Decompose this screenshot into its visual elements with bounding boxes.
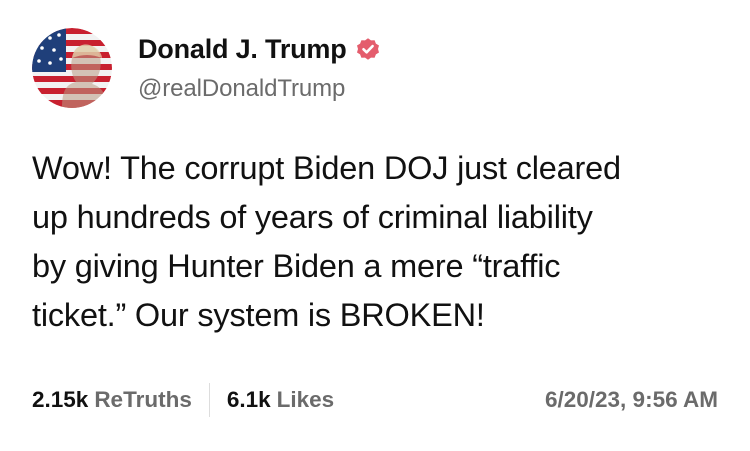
display-name[interactable]: Donald J. Trump (138, 34, 347, 65)
likes-label: Likes (276, 387, 335, 412)
name-row: Donald J. Trump (138, 34, 381, 65)
author-info: Donald J. Trump @realDonaldTrump (138, 34, 381, 103)
post-text-line: by giving Hunter Biden a mere “traffic (32, 248, 561, 284)
post-text-line: ticket.” Our system is BROKEN! (32, 297, 485, 333)
post-text-line: up hundreds of years of criminal liabili… (32, 199, 593, 235)
stats-divider (208, 383, 210, 417)
verified-badge-icon (355, 36, 381, 62)
retruths-label: ReTruths (94, 387, 192, 412)
post-timestamp: 6/20/23, 9:56 AM (544, 387, 718, 412)
likes-count: 6.1k (226, 387, 271, 412)
truth-post: Donald J. Trump @realDonaldTrump Wow! Th… (0, 0, 750, 451)
post-stats: 2.15k ReTruths 6.1k Likes 6/20/23, 9:56 … (32, 380, 718, 420)
avatar[interactable] (32, 28, 112, 108)
flag-portrait-avatar-icon (32, 28, 112, 108)
retruths-stat[interactable]: 2.15k ReTruths (32, 387, 192, 413)
post-text-line: Wow! The corrupt Biden DOJ just cleared (32, 150, 621, 186)
post-header: Donald J. Trump @realDonaldTrump (32, 28, 381, 108)
user-handle[interactable]: @realDonaldTrump (138, 75, 381, 103)
likes-stat[interactable]: 6.1k Likes (227, 387, 334, 413)
retruths-count: 2.15k (32, 387, 89, 412)
post-text: Wow! The corrupt Biden DOJ just cleared u… (32, 144, 722, 340)
